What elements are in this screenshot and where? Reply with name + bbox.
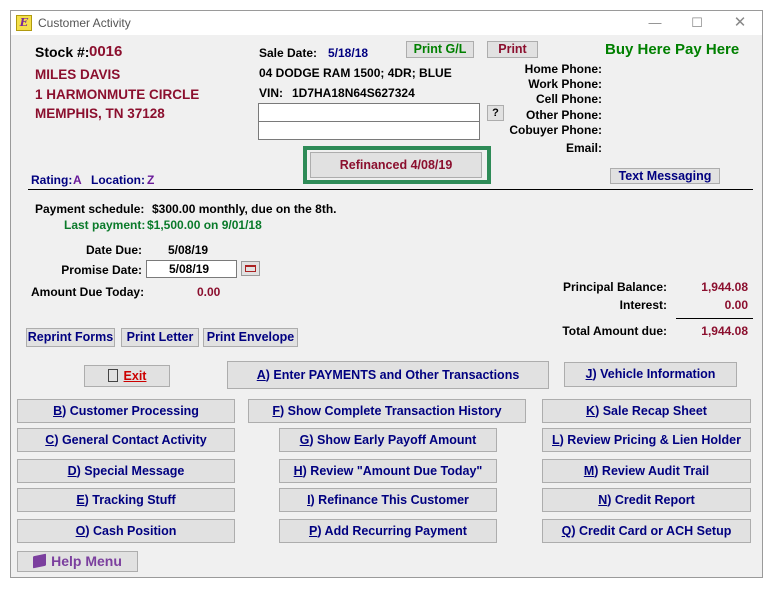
window-title: Customer Activity [38, 16, 131, 30]
work-phone-label: Work Phone: [528, 77, 602, 91]
help-menu-button[interactable]: Help Menu [17, 551, 138, 572]
recurring-payment-button[interactable]: P) Add Recurring Payment [279, 519, 497, 543]
help-menu-label: Help Menu [51, 553, 122, 569]
pricing-lien-button[interactable]: L) Review Pricing & Lien Holder [542, 428, 751, 452]
exit-door-icon [107, 369, 118, 382]
total-amount-due-value: 1,944.08 [701, 324, 748, 338]
print-gl-button[interactable]: Print G/L [406, 41, 474, 58]
date-due-label: Date Due: [85, 243, 142, 257]
exit-button[interactable]: Exit [84, 365, 170, 387]
calendar-icon[interactable] [241, 261, 260, 276]
maximize-icon[interactable]: ☐ [682, 14, 712, 32]
close-icon[interactable]: ✕ [725, 14, 755, 32]
credit-card-ach-button[interactable]: Q) Credit Card or ACH Setup [542, 519, 751, 543]
last-payment-label: Last payment: [64, 218, 146, 232]
print-envelope-button[interactable]: Print Envelope [203, 328, 298, 347]
total-underline [676, 318, 753, 319]
customer-name: MILES DAVIS [35, 67, 121, 82]
credit-report-button[interactable]: N) Credit Report [542, 488, 751, 512]
sale-date-value: 5/18/18 [328, 46, 369, 60]
promise-date-input[interactable]: 5/08/19 [146, 260, 237, 278]
other-phone-label: Other Phone: [525, 108, 602, 122]
exit-label: Exit [123, 369, 147, 383]
interest-label: Interest: [619, 298, 667, 312]
customer-activity-window: E Customer Activity — ☐ ✕ Stock #: 0016 … [10, 10, 763, 578]
promise-date-label: Promise Date: [61, 263, 142, 277]
cash-position-button[interactable]: O) Cash Position [17, 519, 235, 543]
cobuyer-phone-label: Cobuyer Phone: [509, 123, 602, 137]
amount-due-today-label: Amount Due Today: [31, 285, 145, 299]
title-bar: E Customer Activity — ☐ ✕ [11, 11, 762, 35]
email-label: Email: [565, 141, 602, 155]
separator-line [28, 189, 753, 190]
payment-schedule-label: Payment schedule: [35, 202, 145, 216]
print-letter-button[interactable]: Print Letter [121, 328, 199, 347]
total-amount-due-label: Total Amount due: [562, 324, 667, 338]
reprint-forms-button[interactable]: Reprint Forms [26, 328, 115, 347]
text-messaging-button[interactable]: Text Messaging [610, 168, 720, 184]
date-due-value: 5/08/19 [168, 243, 209, 257]
vehicle-information-button[interactable]: J) Vehicle Information [564, 362, 737, 387]
sale-date-label: Sale Date: [259, 46, 318, 60]
customer-city-state-zip: MEMPHIS, TN 37128 [35, 106, 165, 121]
home-phone-label: Home Phone: [524, 62, 602, 76]
sale-recap-button[interactable]: K) Sale Recap Sheet [542, 399, 751, 423]
last-payment-value: $1,500.00 on 9/01/18 [147, 218, 262, 232]
book-icon [33, 553, 47, 569]
minimize-icon[interactable]: — [640, 14, 670, 32]
note-field-2[interactable] [258, 121, 480, 140]
cell-phone-label: Cell Phone: [535, 92, 602, 106]
early-payoff-button[interactable]: G) Show Early Payoff Amount [279, 428, 497, 452]
principal-balance-value: 1,944.08 [701, 280, 748, 294]
amount-due-today-button[interactable]: H) Review "Amount Due Today" [279, 459, 497, 483]
refinanced-badge[interactable]: Refinanced 4/08/19 [310, 152, 482, 178]
note-field-1[interactable] [258, 103, 480, 122]
stock-number: 0016 [89, 43, 123, 60]
location-value: Z [147, 173, 155, 187]
payment-schedule-value: $300.00 monthly, due on the 8th. [152, 202, 337, 216]
customer-address: 1 HARMONMUTE CIRCLE [35, 87, 200, 102]
customer-processing-button[interactable]: B) Customer Processing [17, 399, 235, 423]
transaction-history-button[interactable]: F) Show Complete Transaction History [248, 399, 526, 423]
audit-trail-button[interactable]: M) Review Audit Trail [542, 459, 751, 483]
refinance-customer-button[interactable]: I) Refinance This Customer [279, 488, 497, 512]
content-area: Stock #: 0016 MILES DAVIS 1 HARMONMUTE C… [11, 35, 762, 577]
help-question-button[interactable]: ? [487, 105, 504, 121]
rating-label: Rating: [31, 173, 73, 187]
print-button[interactable]: Print [487, 41, 538, 58]
principal-balance-label: Principal Balance: [562, 280, 667, 294]
interest-value: 0.00 [724, 298, 748, 312]
vin-label: VIN: [259, 86, 283, 100]
general-contact-button[interactable]: C) General Contact Activity [17, 428, 235, 452]
brand-label: Buy Here Pay Here [605, 41, 740, 58]
tracking-stuff-button[interactable]: E) Tracking Stuff [17, 488, 235, 512]
stock-label: Stock #: [35, 44, 90, 60]
vin-value: 1D7HA18N64S627324 [292, 86, 415, 100]
vehicle-description: 04 DODGE RAM 1500; 4DR; BLUE [259, 66, 452, 80]
enter-payments-button[interactable]: A) Enter PAYMENTS and Other Transactions [227, 361, 549, 389]
rating-value: A [73, 173, 82, 187]
special-message-button[interactable]: D) Special Message [17, 459, 235, 483]
amount-due-today-value: 0.00 [197, 285, 221, 299]
location-label: Location: [91, 173, 145, 187]
app-logo-icon: E [16, 15, 32, 31]
